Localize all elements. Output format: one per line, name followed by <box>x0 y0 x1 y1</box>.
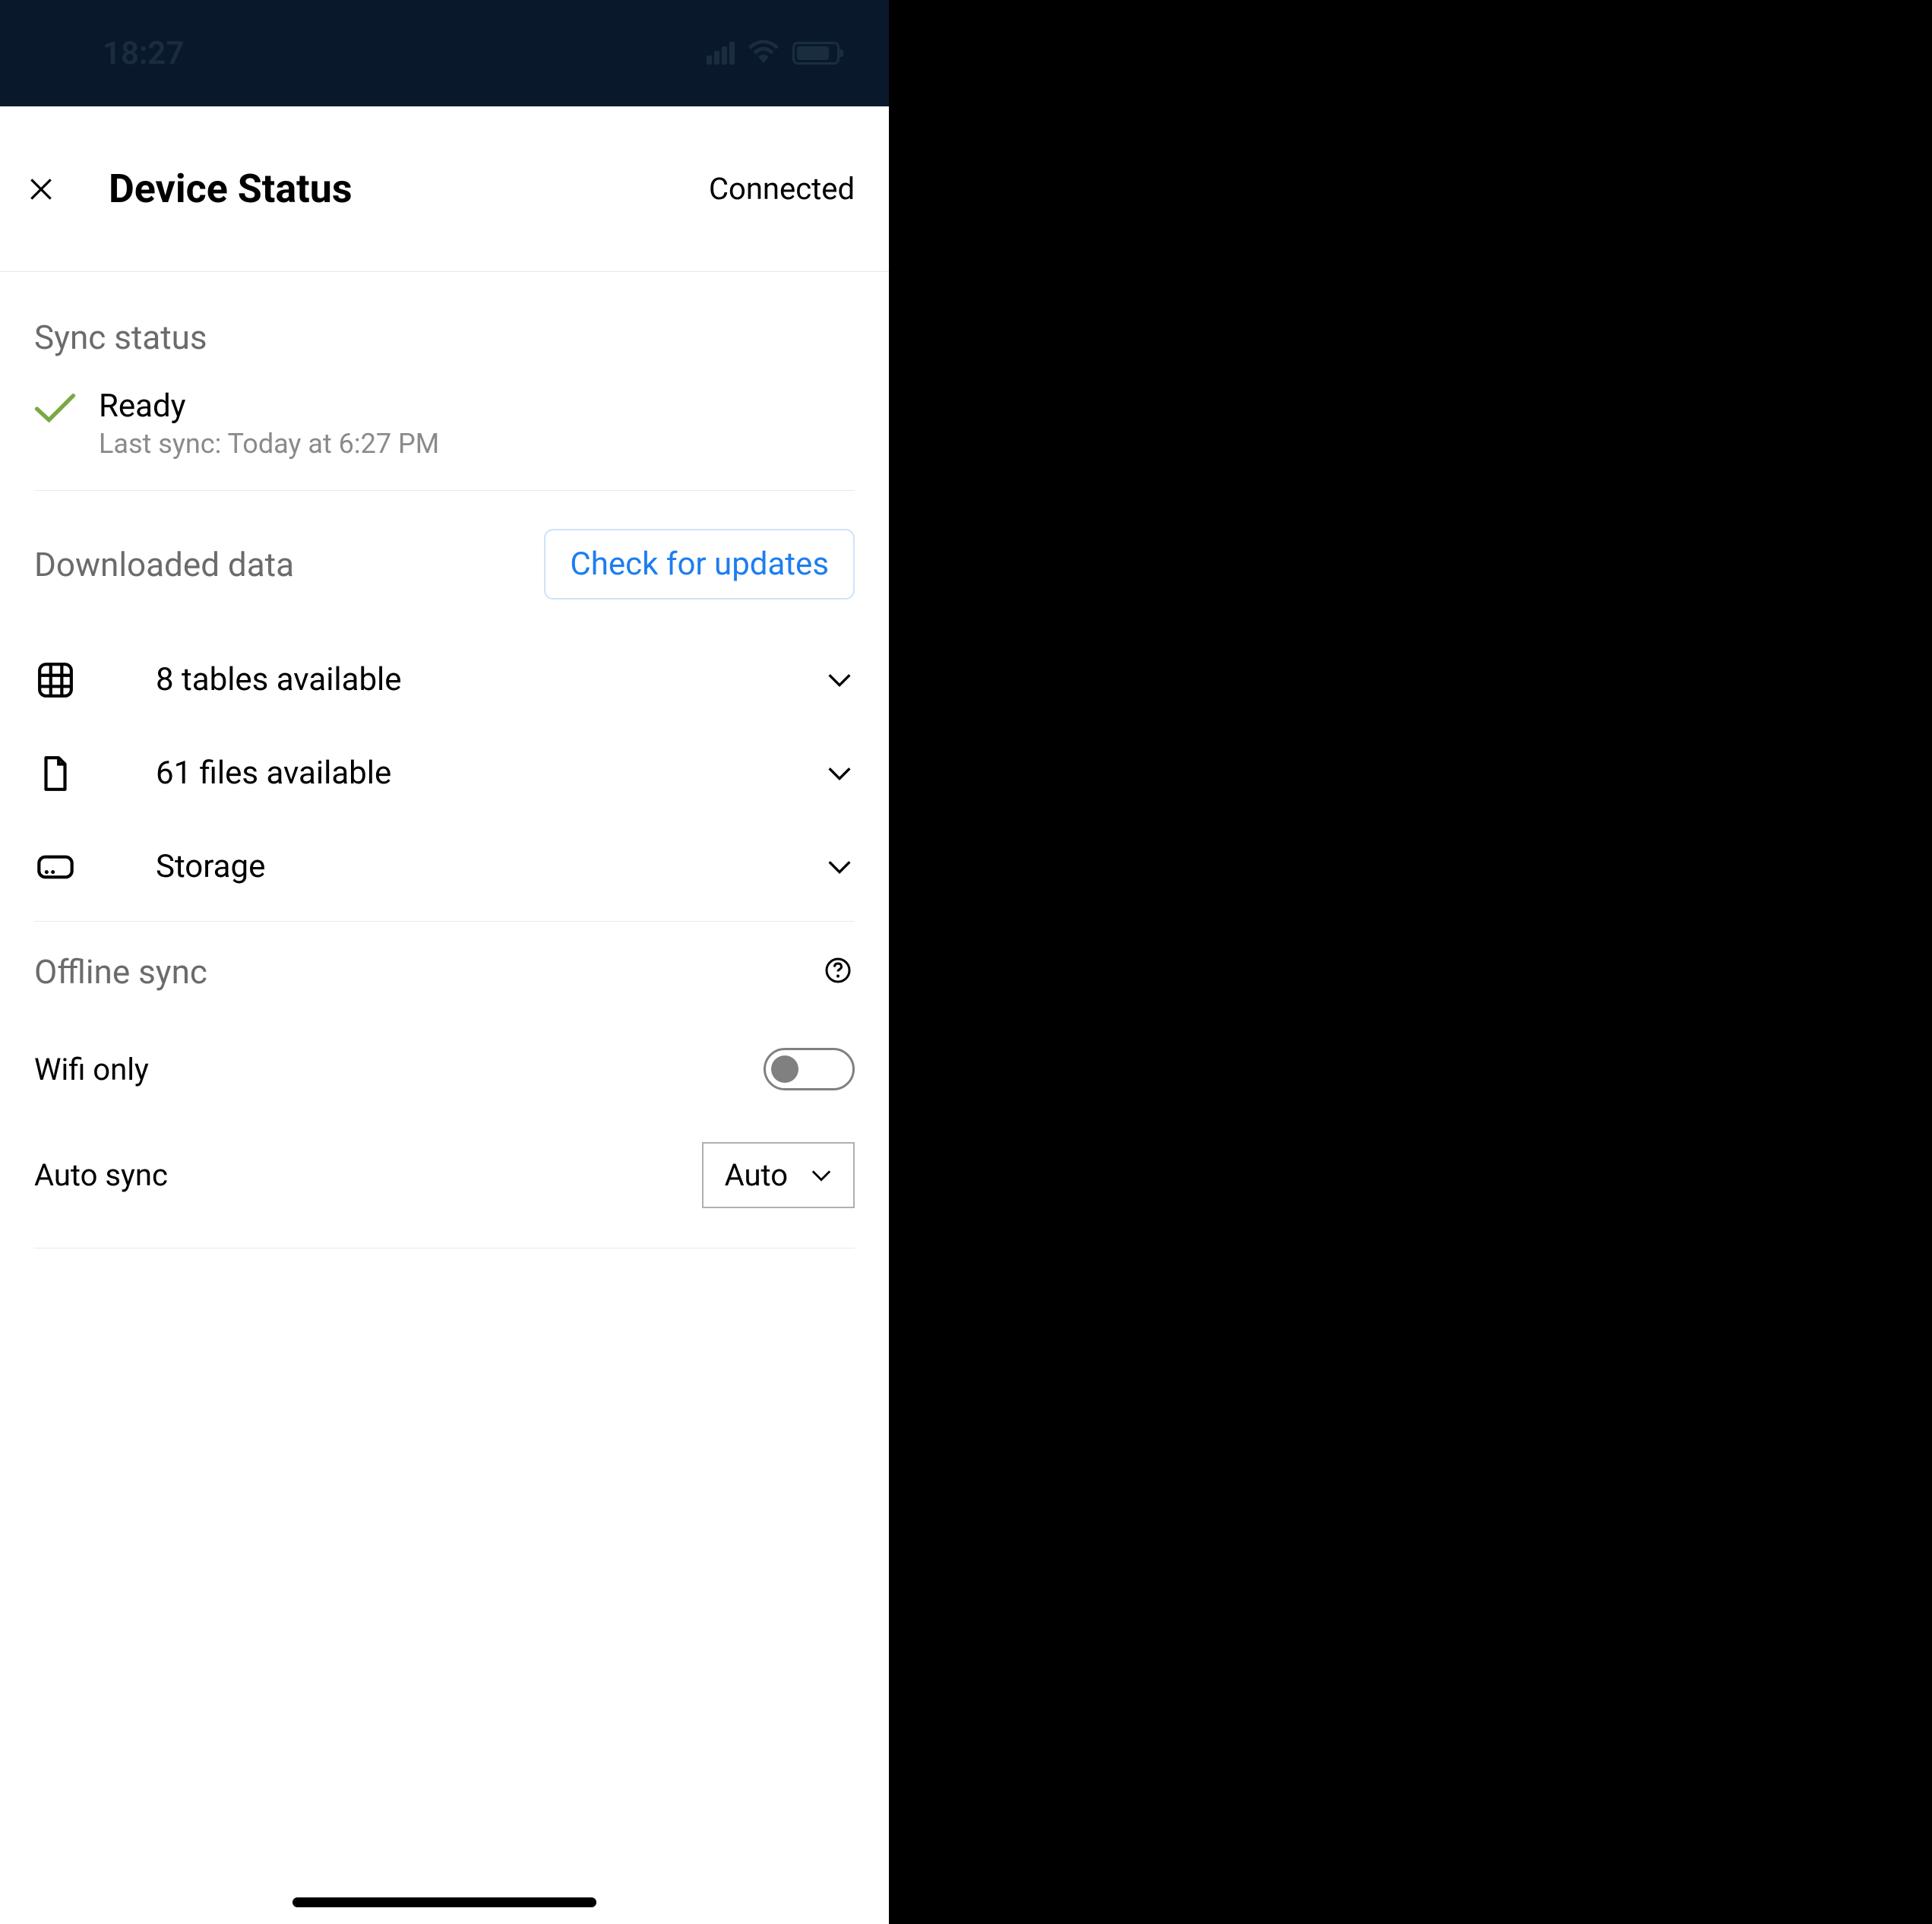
chevron-down-icon <box>824 852 855 882</box>
sync-status-row: Ready Last sync: Today at 6:27 PM <box>34 388 855 491</box>
offline-sync-settings: Wifi only Auto sync Auto <box>34 1022 855 1248</box>
page-header: Device Status Connected <box>0 106 889 272</box>
close-icon <box>27 175 55 204</box>
files-row[interactable]: 61 files available <box>34 726 855 820</box>
sync-text-block: Ready Last sync: Today at 6:27 PM <box>99 388 439 460</box>
cellular-icon <box>707 42 735 65</box>
check-updates-button[interactable]: Check for updates <box>544 529 855 600</box>
file-icon <box>34 752 76 794</box>
sync-status-header: Sync status <box>34 272 855 388</box>
data-rows-group: 8 tables available 61 files available St <box>34 619 855 922</box>
page-title: Device Status <box>109 166 353 212</box>
help-button[interactable] <box>824 957 855 987</box>
status-icons-group <box>707 40 840 67</box>
last-sync-label: Last sync: Today at 6:27 PM <box>99 428 439 460</box>
checkmark-icon <box>34 394 76 435</box>
status-time: 18:27 <box>103 35 184 72</box>
table-icon <box>34 659 76 701</box>
chevron-down-icon <box>824 758 855 789</box>
wifi-only-label: Wifi only <box>34 1052 149 1087</box>
chevron-down-icon <box>824 665 855 695</box>
tables-row-label: 8 tables available <box>156 661 824 698</box>
auto-sync-row: Auto sync Auto <box>34 1116 855 1234</box>
content-area: Sync status Ready Last sync: Today at 6:… <box>0 272 889 1248</box>
auto-sync-label: Auto sync <box>34 1157 168 1193</box>
wifi-only-toggle[interactable] <box>764 1048 855 1090</box>
empty-area <box>889 0 1932 1924</box>
downloaded-data-header: Downloaded data <box>34 545 294 584</box>
auto-sync-select[interactable]: Auto <box>702 1142 855 1208</box>
toggle-knob <box>771 1055 798 1083</box>
wifi-only-row: Wifi only <box>34 1022 855 1116</box>
wifi-icon <box>748 40 779 67</box>
tables-row[interactable]: 8 tables available <box>34 633 855 726</box>
status-bar: 18:27 <box>0 0 889 106</box>
offline-sync-header-row: Offline sync <box>34 922 855 1022</box>
close-button[interactable] <box>27 175 55 204</box>
storage-row[interactable]: Storage <box>34 820 855 913</box>
chevron-down-icon <box>811 1169 832 1182</box>
phone-frame: 18:27 Device Status Connected Sync statu… <box>0 0 889 1924</box>
sync-state-label: Ready <box>99 388 439 425</box>
storage-row-label: Storage <box>156 848 824 885</box>
connection-status: Connected <box>709 171 855 207</box>
battery-icon <box>792 42 840 65</box>
help-icon <box>824 957 852 984</box>
files-row-label: 61 files available <box>156 755 824 792</box>
offline-sync-header: Offline sync <box>34 952 207 992</box>
storage-icon <box>34 846 76 888</box>
downloaded-data-header-row: Downloaded data Check for updates <box>34 491 855 619</box>
auto-sync-value: Auto <box>725 1157 788 1193</box>
home-indicator[interactable] <box>292 1897 596 1907</box>
